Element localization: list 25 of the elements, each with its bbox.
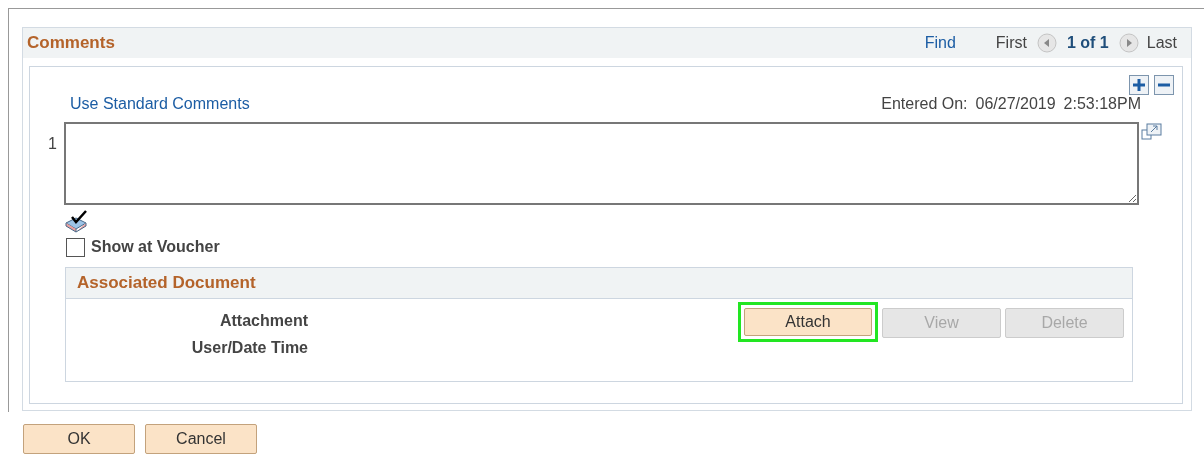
spell-check-icon[interactable] [64,209,90,233]
entered-on-date: 06/27/2019 [975,94,1056,114]
panel-title: Comments [27,32,115,55]
entered-on-label: Entered On: [881,94,968,114]
associated-document-title: Associated Document [77,272,256,295]
row-number: 1 [48,134,58,154]
field-label: User/Date Time [191,338,308,357]
entered-on-time: 2:53:18PM [1063,94,1141,114]
comment-field[interactable] [64,122,1139,205]
previous-icon[interactable] [1036,33,1057,53]
show-at-voucher-checkbox[interactable] [66,237,85,257]
next-icon[interactable] [1118,33,1139,53]
show-at-voucher-label: Show at Voucher [91,237,220,257]
last-label: Last [1146,33,1177,53]
field-label: Attachment [220,311,308,330]
dialog-button[interactable]: OK [23,424,135,454]
first-label: First [995,33,1027,53]
document-button[interactable]: Attach [744,308,872,336]
add-row-icon[interactable] [1129,75,1149,95]
row-count: 1 of 1 [1066,33,1109,53]
delete-row-icon[interactable] [1154,75,1174,95]
find-link[interactable]: Find [924,31,956,55]
expand-icon[interactable] [1141,122,1163,142]
standard-comments-link[interactable]: Use Standard Comments [70,92,250,116]
dialog-button[interactable]: Cancel [145,424,257,454]
